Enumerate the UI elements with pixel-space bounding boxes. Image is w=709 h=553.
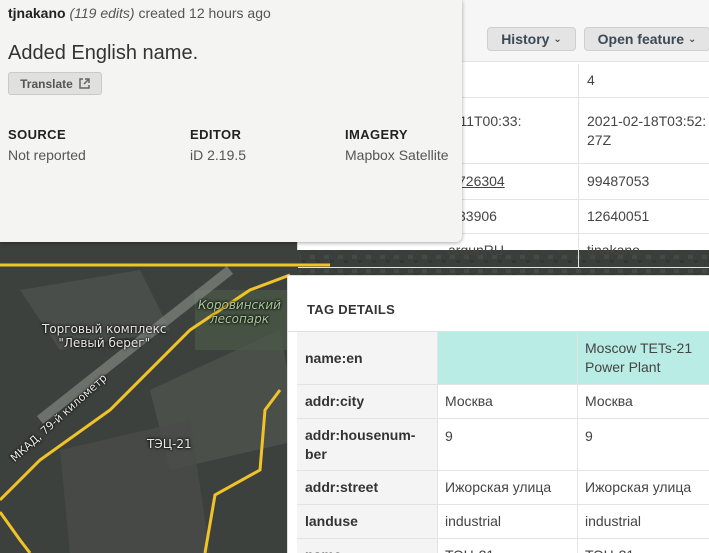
tag-key: addr:housenum- ber [297,419,437,470]
editor-key: EDITOR [190,127,242,142]
tag-value-old: Ижорская улица [437,471,577,504]
changeset-user-link[interactable]: tjnakano [8,5,66,21]
map-label-mall: Торговый комплекс "Левый берег" [42,322,167,350]
tag-value-new: industrial [577,505,709,538]
tag-value-new: ТЭЦ-21 [577,539,709,553]
history-link-old[interactable]: 726304 [458,164,578,199]
table-row: landuse industrial industrial [297,505,709,539]
tag-details-panel: TAG DETAILS name:en Moscow TETs-21 Power… [287,275,709,553]
table-row: addr:housenum- ber 9 9 [297,419,709,471]
changeset-user-edits: (119 edits) [69,5,135,21]
editor-info: EDITOR iD 2.19.5 [190,127,246,163]
tag-key: name:en [297,332,437,384]
table-row: addr:street Ижорская улица Ижорская улиц… [297,471,709,505]
table-row: addr:city Москва Москва [297,385,709,419]
history-cell-new: tjnakano [578,234,709,267]
tag-value-new: Ижорская улица [577,471,709,504]
changeset-created: created 12 hours ago [138,5,271,21]
tag-value-old: ТЭЦ-21 [437,539,577,553]
chevron-down-icon: ⌄ [553,33,562,45]
source-info: SOURCE Not reported [8,127,86,163]
tag-key: addr:street [297,471,437,504]
tag-key: landuse [297,505,437,538]
changeset-card: tjnakano (119 edits) created 12 hours ag… [0,0,462,242]
translate-button[interactable]: Translate [8,72,102,95]
history-cell-new: 12640051 [578,200,709,233]
history-cell-new: 99487053 [578,164,709,199]
history-cell-new: 2021-02-18T03:52: 27Z [578,98,709,163]
history-cell-new: 4 [578,64,709,97]
tag-value-new: Москва [577,385,709,418]
tag-value-new: 9 [577,419,709,470]
history-cell-old: argunRU [448,242,505,258]
tag-value-old: 9 [437,419,577,470]
tag-key: addr:city [297,385,437,418]
history-button[interactable]: History ⌄ [487,27,576,51]
table-row: name ТЭЦ-21 ТЭЦ-21 [297,539,709,553]
imagery-key: IMAGERY [345,127,408,142]
chevron-down-icon: ⌄ [687,33,697,45]
table-row: name:en Moscow TETs-21 Power Plant [297,332,709,385]
open-feature-button-label: Open feature [597,31,684,47]
imagery-info: IMAGERY Mapbox Satellite [345,127,449,163]
editor-value: iD 2.19.5 [190,147,247,163]
external-link-icon [79,78,90,89]
history-button-label: History [501,31,550,47]
tag-value-new: Moscow TETs-21 Power Plant [577,332,709,384]
changeset-meta: tjnakano (119 edits) created 12 hours ag… [8,5,271,21]
tag-key: name [297,539,437,553]
tag-value-old: industrial [437,505,577,538]
history-cell-old: 33906 [458,208,497,224]
source-value: Not reported [8,147,86,163]
tag-value-old [437,332,577,384]
tag-details-title: TAG DETAILS [307,302,396,317]
open-feature-button[interactable]: Open feature ⌄ [584,27,709,51]
changeset-comment: Added English name. [8,42,199,64]
source-key: SOURCE [8,127,67,142]
tag-value-old: Москва [437,385,577,418]
map-label-park: Коровинский лесопарк [198,298,281,326]
translate-button-label: Translate [20,76,73,91]
imagery-value: Mapbox Satellite [345,147,449,163]
map-label-power-plant: ТЭЦ-21 [147,437,192,451]
tag-details-header: TAG DETAILS [288,276,709,332]
